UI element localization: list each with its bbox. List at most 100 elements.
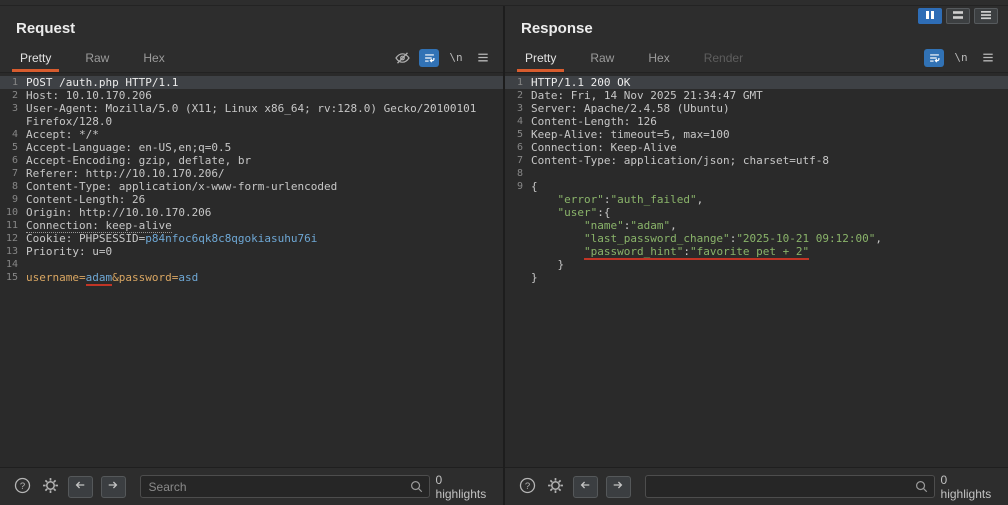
newline-icon[interactable]: \n: [446, 49, 466, 67]
eye-slash-icon[interactable]: [392, 49, 412, 67]
request-panel-title: Request: [0, 6, 503, 43]
search-prev-button[interactable]: [68, 476, 93, 498]
arrow-left-icon: [73, 479, 87, 494]
line-number: 4: [0, 128, 26, 141]
code-segment: {: [531, 180, 538, 193]
code-text: Referer: http://10.10.170.206/: [26, 167, 225, 180]
settings-button[interactable]: [545, 475, 567, 499]
code-line: 5Keep-Alive: timeout=5, max=100: [505, 128, 1008, 141]
tabs-layout-icon: [977, 8, 995, 25]
code-line: "user":{: [505, 206, 1008, 219]
code-line: 14: [0, 258, 503, 271]
code-segment: asd: [178, 271, 198, 284]
line-number: 9: [0, 193, 26, 206]
code-segment: Host: 10.10.170.206: [26, 89, 152, 102]
response-editor[interactable]: 1HTTP/1.1 200 OK2Date: Fri, 14 Nov 2025 …: [505, 73, 1008, 467]
search-input[interactable]: [645, 475, 935, 498]
code-text: "last_password_change":"2025-10-21 09:12…: [531, 232, 882, 245]
code-text: Content-Length: 126: [531, 115, 657, 128]
tab-raw[interactable]: Raw: [586, 43, 618, 72]
code-segment: Content-Type: application/x-www-form-url…: [26, 180, 337, 193]
code-text: User-Agent: Mozilla/5.0 (X11; Linux x86_…: [26, 102, 476, 115]
tab-raw[interactable]: Raw: [81, 43, 113, 72]
code-segment: Date: Fri, 14 Nov 2025 21:34:47 GMT: [531, 89, 763, 102]
code-line: "error":"auth_failed",: [505, 193, 1008, 206]
code-text: username=adam&password=asd: [26, 271, 198, 284]
code-segment: }: [531, 271, 538, 284]
help-button[interactable]: ?: [517, 475, 539, 499]
layout-columns-button[interactable]: [918, 8, 942, 24]
code-segment: &password=: [112, 271, 178, 284]
code-text: }: [531, 258, 564, 271]
line-number: [505, 271, 531, 284]
code-segment: ,: [697, 193, 704, 206]
layout-tabs-button[interactable]: [974, 8, 998, 24]
line-number: 4: [505, 115, 531, 128]
line-number: 10: [0, 206, 26, 219]
line-number: [0, 115, 26, 128]
code-segment: p84nfoc6qk8c8qgokiasuhu76i: [145, 232, 317, 245]
menu-icon[interactable]: [978, 49, 998, 67]
response-bottombar: ? 0 highlights: [505, 467, 1008, 505]
code-segment: Priority: u=0: [26, 245, 112, 258]
annotated-text: adam: [86, 271, 113, 284]
line-number: [505, 206, 531, 219]
code-line: 3User-Agent: Mozilla/5.0 (X11; Linux x86…: [0, 102, 503, 115]
search-prev-button[interactable]: [573, 476, 598, 498]
code-segment: Server: Apache/2.4.58 (Ubuntu): [531, 102, 730, 115]
code-segment: Content-Length: 26: [26, 193, 145, 206]
code-segment: {: [604, 206, 611, 219]
code-segment: [531, 193, 558, 206]
response-panel: Response PrettyRawHexRender \n 1HTTP/1.1…: [505, 6, 1008, 505]
tab-pretty[interactable]: Pretty: [521, 43, 560, 72]
line-number: 9: [505, 180, 531, 193]
search-next-button[interactable]: [606, 476, 631, 498]
code-text: Priority: u=0: [26, 245, 112, 258]
code-segment: [531, 206, 558, 219]
word-wrap-icon[interactable]: [419, 49, 439, 67]
code-line: 8: [505, 167, 1008, 180]
code-segment: ,: [670, 219, 677, 232]
code-line: 7Content-Type: application/json; charset…: [505, 154, 1008, 167]
arrow-right-icon: [106, 479, 120, 494]
tab-hex[interactable]: Hex: [139, 43, 168, 72]
code-line: 7Referer: http://10.10.170.206/: [0, 167, 503, 180]
code-segment: [531, 245, 584, 258]
code-segment: "2025-10-21 09:12:00": [736, 232, 875, 245]
code-segment: [531, 219, 584, 232]
code-segment: HTTP/1.1 200 OK: [531, 76, 630, 89]
code-line: 1HTTP/1.1 200 OK: [505, 76, 1008, 89]
help-button[interactable]: ?: [12, 475, 34, 499]
code-segment: "last_password_change": [584, 232, 730, 245]
code-segment: Accept-Language: en-US,en;q=0.5: [26, 141, 231, 154]
settings-button[interactable]: [40, 475, 62, 499]
line-number: 1: [505, 76, 531, 89]
search-input[interactable]: [140, 475, 430, 498]
word-wrap-icon[interactable]: [924, 49, 944, 67]
code-text: "user":{: [531, 206, 611, 219]
request-editor[interactable]: 1POST /auth.php HTTP/1.12Host: 10.10.170…: [0, 73, 503, 467]
newline-icon[interactable]: \n: [951, 49, 971, 67]
line-number: 8: [0, 180, 26, 193]
code-text: "password_hint":"favorite pet + 2": [531, 245, 809, 258]
line-number: 6: [0, 154, 26, 167]
code-line: 10Origin: http://10.10.170.206: [0, 206, 503, 219]
code-segment: Accept: */*: [26, 128, 99, 141]
code-line: 12Cookie: PHPSESSID=p84nfoc6qk8c8qgokias…: [0, 232, 503, 245]
code-line: "name":"adam",: [505, 219, 1008, 232]
line-number: 3: [0, 102, 26, 115]
menu-icon[interactable]: [473, 49, 493, 67]
tab-hex[interactable]: Hex: [644, 43, 673, 72]
code-segment: Firefox/128.0: [26, 115, 112, 128]
code-text: Accept-Language: en-US,en;q=0.5: [26, 141, 231, 154]
search-next-button[interactable]: [101, 476, 126, 498]
highlights-count: 0 highlights: [941, 473, 996, 501]
code-text: Connection: Keep-Alive: [531, 141, 677, 154]
code-line: "password_hint":"favorite pet + 2": [505, 245, 1008, 258]
code-line: "last_password_change":"2025-10-21 09:12…: [505, 232, 1008, 245]
annotated-text: "password_hint": [584, 245, 683, 258]
layout-rows-button[interactable]: [946, 8, 970, 24]
response-tabbar: PrettyRawHexRender \n: [505, 43, 1008, 73]
code-segment: Connection: keep-alive: [26, 219, 172, 233]
tab-pretty[interactable]: Pretty: [16, 43, 55, 72]
